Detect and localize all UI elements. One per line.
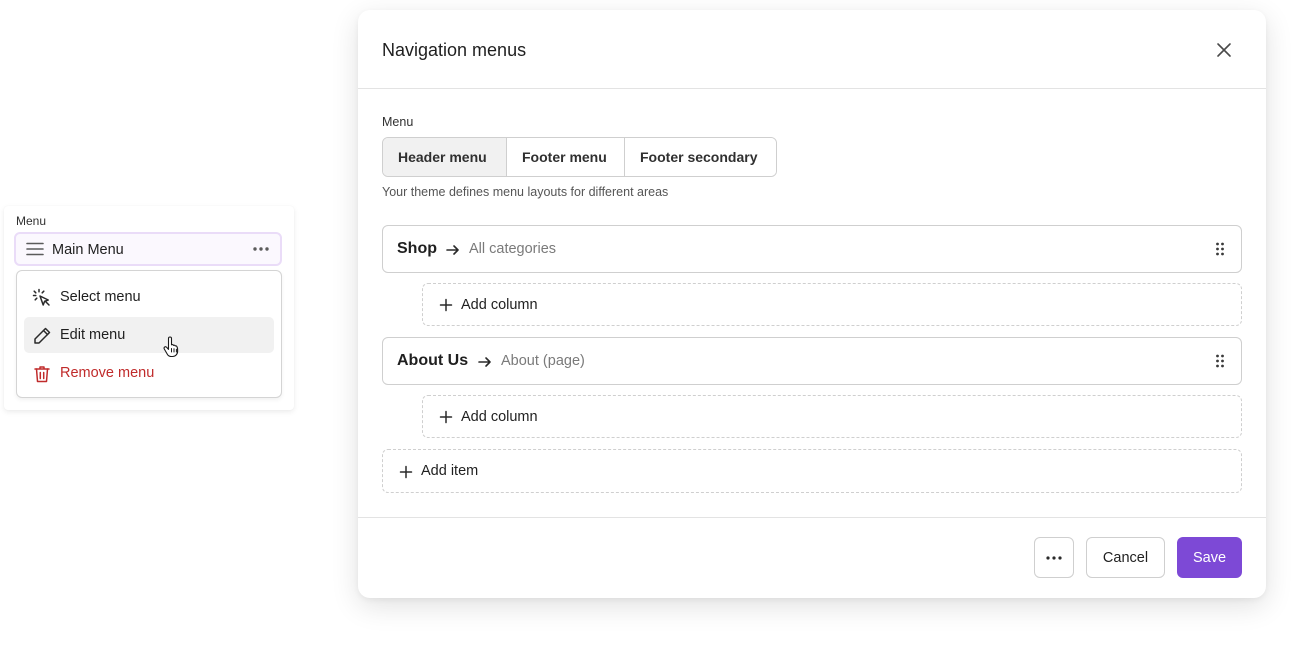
arrow-right-icon [477, 354, 493, 370]
menu-field-label: Menu [382, 115, 414, 129]
menu-item-shop[interactable]: Shop All categories [382, 225, 1242, 273]
remove-menu-label: Remove menu [60, 365, 155, 381]
pencil-icon [32, 326, 52, 346]
main-menu-label: Main Menu [52, 242, 124, 258]
menu-picker-panel: Menu Main Menu Select menu Edit menu Rem… [4, 206, 294, 410]
add-column-button[interactable]: Add column [422, 283, 1242, 326]
tab-header-menu[interactable]: Header menu [383, 138, 507, 176]
drag-handle-icon[interactable] [1215, 242, 1225, 256]
edit-menu-item[interactable]: Edit menu [24, 317, 274, 353]
remove-menu-item[interactable]: Remove menu [24, 355, 274, 391]
menu-segmented-control: Header menu Footer menu Footer secondary [382, 137, 777, 177]
close-icon[interactable] [1214, 40, 1234, 60]
hand-pointer-cursor-icon [162, 336, 182, 358]
menu-item-target: About (page) [501, 353, 585, 369]
edit-menu-label: Edit menu [60, 327, 126, 343]
header-divider [358, 88, 1266, 89]
help-text: Your theme defines menu layouts for diff… [382, 185, 669, 199]
menu-field-label: Menu [16, 214, 47, 228]
plus-icon [439, 410, 453, 424]
footer-divider [358, 517, 1266, 518]
trash-icon [32, 364, 52, 384]
arrow-right-icon [445, 242, 461, 258]
menu-item-about-us[interactable]: About Us About (page) [382, 337, 1242, 385]
add-item-button[interactable]: Add item [382, 449, 1242, 493]
main-menu-selector[interactable]: Main Menu [14, 232, 282, 266]
menu-item-name: Shop [397, 240, 437, 257]
more-actions-button[interactable] [1034, 537, 1074, 578]
select-menu-label: Select menu [60, 289, 141, 305]
plus-icon [439, 298, 453, 312]
menu-item-target: All categories [469, 241, 557, 257]
cancel-button[interactable]: Cancel [1086, 537, 1165, 578]
add-column-label: Add column [461, 297, 538, 313]
more-horizontal-icon [1045, 555, 1063, 561]
menu-item-name: About Us [397, 352, 469, 369]
tab-footer-menu[interactable]: Footer menu [507, 138, 625, 176]
hamburger-icon [26, 242, 44, 256]
plus-icon [399, 465, 413, 479]
add-item-label: Add item [421, 463, 479, 479]
select-menu-item[interactable]: Select menu [24, 279, 274, 315]
cursor-click-icon [32, 288, 52, 308]
add-column-button[interactable]: Add column [422, 395, 1242, 438]
add-column-label: Add column [461, 409, 538, 425]
menu-actions-dropdown: Select menu Edit menu Remove menu [16, 270, 282, 398]
save-button[interactable]: Save [1177, 537, 1242, 578]
drag-handle-icon[interactable] [1215, 354, 1225, 368]
tab-footer-secondary[interactable]: Footer secondary [625, 138, 776, 176]
more-horizontal-icon[interactable] [250, 240, 272, 258]
navigation-menus-modal: Navigation menus Menu Header menu Footer… [358, 10, 1266, 598]
modal-title: Navigation menus [382, 40, 527, 60]
